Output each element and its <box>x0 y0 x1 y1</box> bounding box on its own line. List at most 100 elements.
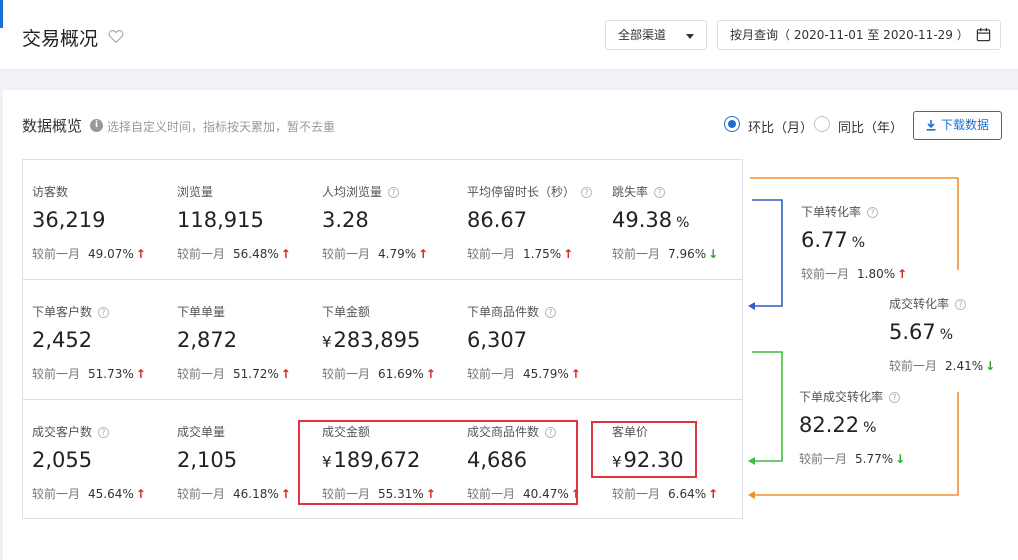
metric-value: 82.22 <box>799 413 860 437</box>
change-percent: 51.72% <box>233 367 279 381</box>
arrow-up-icon: ↑ <box>708 487 719 501</box>
metric-value: 5.67 <box>889 320 936 344</box>
arrow-up-icon: ↑ <box>897 267 908 281</box>
radio-mom-label[interactable]: 环比（月） <box>748 117 813 136</box>
date-range-value: 按月查询（ 2020-11-01 至 2020-11-29 ） <box>730 28 969 42</box>
change-percent: 51.73% <box>88 367 134 381</box>
metric-unit: % <box>676 215 690 231</box>
compare-label: 较前一月 <box>612 247 661 261</box>
metric-value: 49.38 <box>612 208 673 232</box>
channel-select[interactable]: 全部渠道 <box>605 20 707 50</box>
radio-yoy[interactable] <box>814 116 830 132</box>
metric-label: 成交客户数 <box>32 425 93 439</box>
compare-label: 较前一月 <box>467 367 516 381</box>
change-percent: 6.64% <box>668 487 707 501</box>
metric-pageviews: 浏览量 118,915 较前一月 56.48% ↑ <box>177 184 317 262</box>
metric-label: 成交单量 <box>177 425 226 439</box>
help-icon[interactable]: ? <box>581 187 593 198</box>
page-title: 交易概况 <box>22 28 99 50</box>
compare-label: 较前一月 <box>177 367 226 381</box>
help-icon[interactable]: ? <box>98 307 110 318</box>
help-icon[interactable]: ? <box>955 299 967 310</box>
compare-label: 较前一月 <box>177 487 226 501</box>
metric-avg-views: 人均浏览量? 3.28 较前一月 4.79% ↑ <box>322 184 462 262</box>
arrow-up-icon: ↑ <box>570 367 581 381</box>
metric-label: 下单金额 <box>322 305 371 319</box>
compare-label: 较前一月 <box>467 247 516 261</box>
metric-order-count: 下单单量 2,872 较前一月 51.72% ↑ <box>177 304 317 382</box>
metric-order-customers: 下单客户数? 2,452 较前一月 51.73% ↑ <box>32 304 172 382</box>
metric-label: 下单单量 <box>177 305 226 319</box>
metric-unit: % <box>863 420 877 436</box>
change-percent: 1.75% <box>523 247 562 261</box>
date-range-picker[interactable]: 按月查询（ 2020-11-01 至 2020-11-29 ） <box>717 20 1001 50</box>
metric-value: 2,105 <box>177 448 238 472</box>
help-icon[interactable]: ? <box>545 307 557 318</box>
compare-label: 较前一月 <box>32 367 81 381</box>
arrow-up-icon: ↑ <box>280 247 291 261</box>
help-icon[interactable]: ? <box>654 187 666 198</box>
radio-yoy-label[interactable]: 同比（年） <box>838 117 903 136</box>
accent-bar <box>0 0 3 28</box>
metric-value: 283,895 <box>333 328 421 352</box>
help-icon[interactable]: ? <box>98 427 110 438</box>
download-data-button[interactable]: 下载数据 <box>913 111 1002 140</box>
change-percent: 61.69% <box>378 367 424 381</box>
compare-label: 较前一月 <box>322 247 371 261</box>
compare-label: 较前一月 <box>32 247 81 261</box>
change-percent: 5.77% <box>855 452 894 466</box>
section-title: 数据概览 <box>22 117 83 135</box>
metric-value: 6,307 <box>467 328 528 352</box>
currency-symbol: ¥ <box>322 333 332 351</box>
section-hint: 选择自定义时间，指标按天累加，暂不去重 <box>107 120 336 134</box>
arrow-up-icon: ↑ <box>418 247 429 261</box>
compare-label: 较前一月 <box>889 359 938 373</box>
arrow-up-icon: ↑ <box>280 487 291 501</box>
metric-label: 平均停留时长（秒） <box>467 185 576 199</box>
arrow-up-icon: ↑ <box>135 367 146 381</box>
metric-deal-count: 成交单量 2,105 较前一月 46.18% ↑ <box>177 424 317 502</box>
arrow-up-icon: ↑ <box>425 367 436 381</box>
compare-label: 较前一月 <box>322 367 371 381</box>
arrow-down-icon: ↓ <box>985 359 996 373</box>
metric-value: 36,219 <box>32 208 106 232</box>
change-percent: 46.18% <box>233 487 279 501</box>
metric-unit: % <box>939 327 954 343</box>
change-percent: 7.96% <box>668 247 707 261</box>
metric-label: 下单转化率 <box>801 205 862 219</box>
metric-bounce-rate: 跳失率? 49.38% 较前一月 7.96% ↓ <box>612 184 752 262</box>
flow-line-green <box>752 351 783 462</box>
help-icon[interactable]: ? <box>867 207 879 218</box>
calendar-icon <box>976 27 991 42</box>
change-percent: 56.48% <box>233 247 279 261</box>
metric-value: 2,872 <box>177 328 238 352</box>
metric-order-deal-conversion-rate: 下单成交转化率? 82.22% 较前一月 5.77% ↓ <box>799 389 939 467</box>
metric-order-amount: 下单金额 ¥283,895 较前一月 61.69% ↑ <box>322 304 462 382</box>
help-icon[interactable]: ? <box>889 392 901 403</box>
metric-value: 2,055 <box>32 448 93 472</box>
arrow-up-icon: ↑ <box>563 247 574 261</box>
change-percent: 45.64% <box>88 487 134 501</box>
radio-mom[interactable] <box>724 116 740 132</box>
compare-label: 较前一月 <box>801 267 850 281</box>
metric-deal-conversion-rate: 成交转化率? 5.67% 较前一月 2.41% ↓ <box>889 296 1018 374</box>
heart-icon[interactable] <box>107 27 125 45</box>
download-icon <box>926 120 936 131</box>
highlight-box-avg-order <box>591 421 697 478</box>
metric-value: 6.77 <box>801 228 848 252</box>
metric-value: 86.67 <box>467 208 528 232</box>
metric-value: 3.28 <box>322 208 369 232</box>
help-icon[interactable]: ? <box>388 187 400 198</box>
metric-order-items: 下单商品件数? 6,307 较前一月 45.79% ↑ <box>467 304 607 382</box>
arrow-down-icon: ↓ <box>708 247 719 261</box>
metric-label: 访客数 <box>32 185 69 199</box>
metric-label: 下单客户数 <box>32 305 93 319</box>
info-icon: i <box>90 119 103 132</box>
change-percent: 2.41% <box>945 359 984 373</box>
row-divider <box>23 279 742 280</box>
metric-avg-stay: 平均停留时长（秒）? 86.67 较前一月 1.75% ↑ <box>467 184 607 262</box>
change-percent: 45.79% <box>523 367 569 381</box>
metric-label: 浏览量 <box>177 185 214 199</box>
metric-unit: % <box>851 235 866 251</box>
metric-label: 人均浏览量 <box>322 185 383 199</box>
